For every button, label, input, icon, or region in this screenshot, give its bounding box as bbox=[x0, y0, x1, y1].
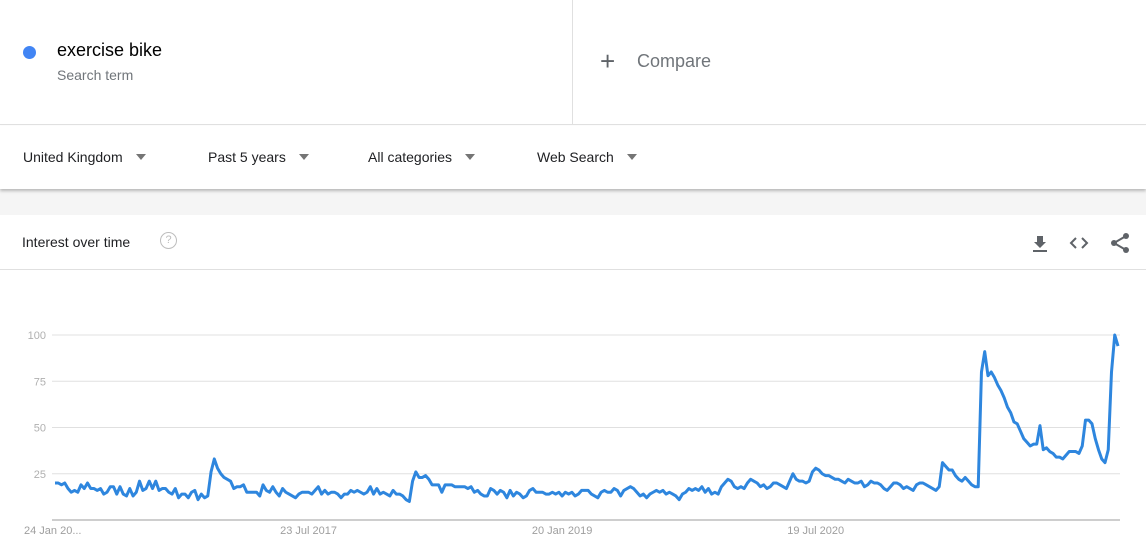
filter-search-type[interactable]: Web Search bbox=[537, 149, 637, 165]
x-tick-label: 23 Jul 2017 bbox=[280, 525, 337, 537]
filter-region[interactable]: United Kingdom bbox=[23, 149, 146, 165]
y-tick-label: 100 bbox=[28, 330, 46, 342]
x-tick-label: 19 Jul 2020 bbox=[787, 525, 844, 537]
caret-down-icon bbox=[298, 154, 309, 160]
x-axis-ticks: 24 Jan 20... 23 Jul 2017 20 Jan 2019 19 Jul… bbox=[24, 525, 844, 537]
search-term-card[interactable]: exercise bike Search term bbox=[0, 0, 573, 125]
y-tick-label: 75 bbox=[34, 376, 46, 388]
filter-label: All categories bbox=[368, 149, 453, 165]
filter-label: Past 5 years bbox=[208, 149, 286, 165]
search-term-row: exercise bike Search term + Compare bbox=[0, 0, 1146, 125]
filter-bar: United Kingdom Past 5 years All categori… bbox=[0, 126, 1146, 189]
caret-down-icon bbox=[626, 154, 637, 160]
y-axis-ticks: 25 50 75 100 bbox=[28, 330, 46, 481]
filter-label: United Kingdom bbox=[23, 149, 123, 165]
series-line-exercise-bike bbox=[55, 333, 1120, 503]
filter-label: Web Search bbox=[537, 149, 614, 165]
compare-label: Compare bbox=[637, 50, 712, 71]
x-tick-label: 20 Jan 2019 bbox=[532, 525, 593, 537]
help-circle-icon[interactable]: ? bbox=[160, 232, 177, 249]
filter-time-range[interactable]: Past 5 years bbox=[208, 149, 309, 165]
caret-down-icon bbox=[135, 154, 146, 160]
filter-category[interactable]: All categories bbox=[368, 149, 476, 165]
y-tick-label: 50 bbox=[34, 423, 46, 435]
y-tick-label: 25 bbox=[34, 469, 46, 481]
caret-down-icon bbox=[465, 154, 476, 160]
term-name[interactable]: exercise bike bbox=[57, 40, 162, 61]
compare-button[interactable]: + Compare bbox=[600, 48, 711, 74]
x-tick-label: 24 Jan 20... bbox=[24, 525, 82, 537]
term-color-dot bbox=[23, 46, 36, 59]
section-gap bbox=[0, 189, 1146, 215]
card-title: Interest over time bbox=[22, 234, 131, 250]
term-subtitle: Search term bbox=[57, 67, 134, 83]
grid-lines bbox=[52, 334, 1120, 475]
share-icon[interactable] bbox=[1109, 232, 1131, 254]
interest-line-chart[interactable]: 25 50 75 100 24 Jan 20... 23 Jul 2017 20 Jan … bbox=[0, 270, 1146, 545]
plus-icon: + bbox=[600, 46, 616, 76]
embed-code-icon[interactable] bbox=[1068, 232, 1090, 254]
download-icon[interactable] bbox=[1029, 232, 1051, 254]
card-header: Interest over time ? bbox=[0, 215, 1146, 270]
